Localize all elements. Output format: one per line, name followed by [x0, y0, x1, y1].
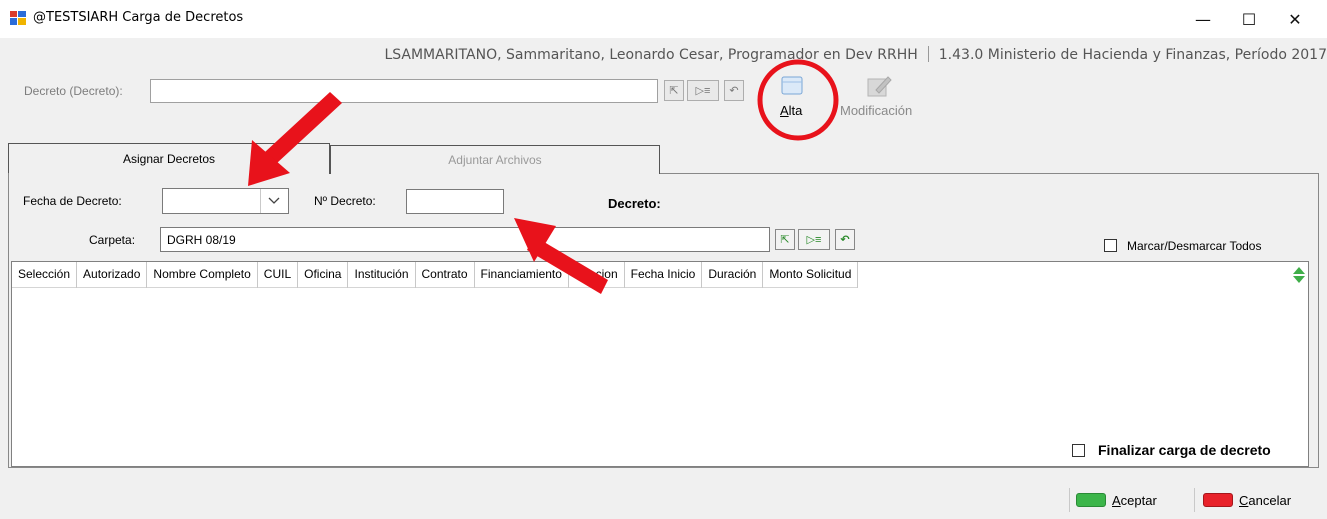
list-icon: ▷≡ — [695, 85, 711, 97]
alta-mnemonic: A — [780, 103, 789, 118]
column-header[interactable]: CUIL — [258, 262, 299, 288]
fecha-decreto-picker[interactable] — [162, 188, 289, 214]
decretos-grid[interactable]: Selección Autorizado Nombre Completo CUI… — [11, 261, 1309, 467]
marcar-todos-checkbox[interactable] — [1104, 239, 1117, 252]
undo-button[interactable]: ↶ — [724, 80, 744, 101]
search-button[interactable]: ⇱ — [664, 80, 684, 101]
decreto-label: Decreto: — [608, 196, 661, 211]
user-info: LSAMMARITANO, Sammaritano, Leonardo Cesa… — [384, 46, 1327, 63]
separator — [1069, 488, 1070, 512]
aceptar-button[interactable]: Aceptar — [1076, 488, 1157, 512]
carpeta-search-button[interactable]: ⇱ — [775, 229, 795, 250]
app-icon — [10, 11, 26, 25]
carpeta-undo-button[interactable]: ↶ — [835, 229, 855, 250]
column-header[interactable]: Oficina — [298, 262, 349, 288]
grid-header: Selección Autorizado Nombre Completo CUI… — [12, 262, 859, 288]
separator — [260, 189, 261, 213]
chevron-down-icon[interactable] — [268, 197, 280, 205]
column-header[interactable]: Autorizado — [77, 262, 148, 288]
search-icon: ⇱ — [669, 85, 679, 97]
column-header[interactable]: Selección — [12, 262, 78, 288]
cancelar-label: Cancelar — [1239, 493, 1291, 508]
maximize-button[interactable]: ☐ — [1226, 0, 1272, 38]
tab-asignar-decretos[interactable]: Asignar Decretos — [8, 143, 330, 174]
window-title: @TESTSIARH Carga de Decretos — [33, 10, 244, 25]
accept-icon — [1076, 493, 1106, 507]
aceptar-mnemonic: A — [1112, 492, 1121, 508]
finalizar-checkbox[interactable] — [1072, 444, 1085, 457]
carpeta-label: Carpeta: — [89, 233, 136, 247]
list-button[interactable]: ▷≡ — [687, 80, 719, 101]
aceptar-label: Aceptar — [1112, 493, 1157, 508]
user-info-user: LSAMMARITANO, Sammaritano, Leonardo Cesa… — [384, 47, 918, 63]
nro-decreto-input[interactable] — [406, 189, 504, 214]
cancel-icon — [1203, 493, 1233, 507]
finalizar-label: Finalizar carga de decreto — [1098, 442, 1271, 458]
column-header[interactable]: Contrato — [416, 262, 475, 288]
alta-label: Alta — [780, 103, 802, 118]
minimize-button[interactable]: — — [1180, 0, 1226, 38]
modificacion-label: Modificación — [840, 103, 913, 118]
alta-label-rest: lta — [788, 103, 803, 118]
column-header[interactable]: Funcion — [569, 262, 625, 288]
carpeta-list-button[interactable]: ▷≡ — [798, 229, 830, 250]
close-button[interactable]: ✕ — [1272, 0, 1318, 38]
cancelar-label-rest: ancelar — [1248, 492, 1292, 508]
column-header[interactable]: Fecha Inicio — [625, 262, 703, 288]
decreto-search-label: Decreto (Decreto): — [24, 84, 123, 98]
sort-icon[interactable] — [1292, 266, 1306, 284]
separator — [1194, 488, 1195, 512]
undo-icon: ↶ — [729, 85, 739, 97]
separator — [927, 46, 929, 62]
edit-icon — [867, 76, 892, 97]
cancelar-mnemonic: C — [1239, 492, 1249, 508]
nro-decreto-label: Nº Decreto: — [314, 194, 376, 208]
title-bar: @TESTSIARH Carga de Decretos — ☐ ✕ — [0, 0, 1327, 38]
fecha-decreto-label: Fecha de Decreto: — [23, 194, 122, 208]
undo-icon: ↶ — [840, 234, 850, 246]
user-info-version: 1.43.0 Ministerio de Hacienda y Finanzas… — [938, 47, 1327, 63]
marcar-todos-label: Marcar/Desmarcar Todos — [1127, 239, 1262, 253]
aceptar-label-rest: ceptar — [1120, 492, 1157, 508]
list-icon: ▷≡ — [806, 234, 822, 246]
carpeta-value: DGRH 08/19 — [167, 233, 236, 247]
column-header[interactable]: Institución — [348, 262, 416, 288]
tab-adjuntar-archivos[interactable]: Adjuntar Archivos — [330, 145, 660, 174]
modificacion-button[interactable]: Modificación — [832, 70, 938, 122]
decreto-search-input[interactable] — [150, 79, 658, 103]
column-header[interactable]: Duración — [702, 262, 764, 288]
column-header[interactable]: Monto Solicitud — [763, 262, 859, 288]
search-icon: ⇱ — [780, 234, 790, 246]
column-header[interactable]: Nombre Completo — [147, 262, 258, 288]
column-header[interactable]: Financiamiento — [475, 262, 569, 288]
cancelar-button[interactable]: Cancelar — [1203, 488, 1291, 512]
carpeta-input[interactable]: DGRH 08/19 — [160, 227, 770, 252]
alta-button[interactable]: Alta — [770, 70, 820, 122]
new-document-icon — [781, 76, 803, 95]
